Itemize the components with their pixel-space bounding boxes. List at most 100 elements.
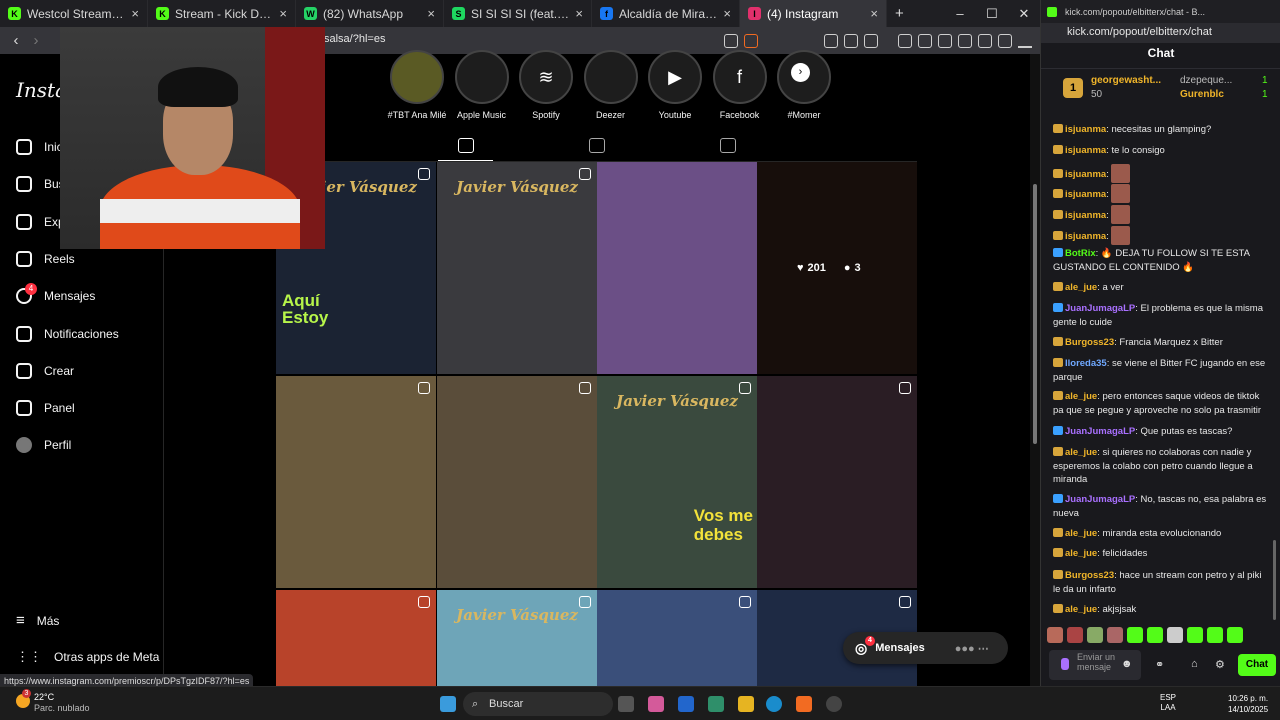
store-icon[interactable]: ⌂ [1191, 658, 1198, 670]
chat-scrollbar[interactable] [1273, 540, 1276, 620]
tab-close-icon[interactable]: × [723, 6, 731, 21]
shield-icon[interactable] [744, 33, 758, 48]
copilot-icon[interactable] [648, 696, 664, 712]
post-thumbnail[interactable]: Javier Vásquez Vos me debes [597, 376, 757, 588]
translate-icon[interactable] [824, 33, 838, 48]
chat-username[interactable]: isjuanma [1065, 145, 1106, 156]
emote-icon[interactable] [1047, 627, 1063, 643]
nav-item-3[interactable]: Exp [16, 214, 65, 230]
chat-username[interactable]: isjuanma [1065, 124, 1106, 135]
browser-tab[interactable]: W (82) WhatsApp × [296, 0, 444, 27]
browser-tab[interactable]: K Westcol Stream - Watch Live on Kick × [0, 0, 148, 27]
emote-icon[interactable] [1107, 627, 1123, 643]
emoji-icon[interactable]: ☻ [1121, 658, 1133, 670]
chat-username[interactable]: ale_jue [1065, 447, 1097, 458]
post-thumbnail[interactable] [437, 376, 597, 588]
emote-icon[interactable] [1227, 627, 1243, 643]
highlight-item[interactable]: f Facebook [709, 50, 771, 120]
browser-tab[interactable]: K Stream - Kick Dashboard × [148, 0, 296, 27]
chat-send-button[interactable]: Chat [1238, 654, 1276, 676]
nav-meta-apps[interactable]: ⋮⋮ Otras apps de Meta [16, 649, 159, 665]
edge-icon[interactable] [766, 696, 782, 712]
scrollbar-thumb[interactable] [1033, 184, 1037, 444]
settings-icon[interactable]: ⚙ [1215, 658, 1225, 671]
reels-tab-icon[interactable] [589, 138, 605, 153]
users-icon[interactable]: ⚭ [1155, 658, 1164, 671]
highlight-item[interactable]: Apple Music [451, 50, 513, 120]
forward-icon[interactable]: › [26, 32, 46, 49]
system-tray-language[interactable]: ESP LAA [1160, 693, 1176, 713]
highlights-next-button[interactable]: › [791, 63, 810, 82]
taskbar-search[interactable]: ⌕ Buscar [463, 692, 613, 716]
address-bar-url[interactable]: salsa/?hl=es [324, 33, 385, 45]
chat-username[interactable]: JuanJumagaLP [1065, 303, 1135, 314]
tab-close-icon[interactable]: × [870, 6, 878, 21]
tab-close-icon[interactable]: × [575, 6, 583, 21]
messages-floating-button[interactable]: ◎ 4 Mensajes ●●● ⋯ [843, 632, 1008, 664]
emote-icon[interactable] [1067, 627, 1083, 643]
highlight-item[interactable]: Deezer [580, 50, 642, 120]
tagged-tab-icon[interactable] [720, 138, 736, 153]
posts-grid-tab-icon[interactable] [458, 138, 474, 153]
highlight-item[interactable]: #TBT Ana Milé [386, 50, 448, 120]
windows-start-icon[interactable] [440, 696, 456, 712]
brave-icon[interactable] [796, 696, 812, 712]
highlight-item[interactable]: #Momer [773, 50, 835, 120]
nav-item-9[interactable]: Perfil [16, 437, 71, 453]
nav-item-1[interactable]: Inic [16, 139, 63, 155]
gifter-3-name[interactable]: Gurenblc [1180, 89, 1224, 100]
emote-icon[interactable] [1127, 627, 1143, 643]
gifter-2-name[interactable]: dzepeque... [1180, 75, 1232, 86]
chat-username[interactable]: Burgoss23 [1065, 337, 1114, 348]
highlight-item[interactable]: ▶ Youtube [644, 50, 706, 120]
mic-icon[interactable] [1061, 658, 1069, 670]
clock[interactable]: 10:26 p. m. 14/10/2025 [1228, 693, 1268, 715]
minimize-button[interactable]: – [944, 6, 976, 21]
puzzle-icon[interactable] [864, 33, 878, 48]
new-tab-button[interactable]: + [895, 5, 904, 22]
tab-close-icon[interactable]: × [279, 6, 287, 21]
task-view-icon[interactable] [618, 696, 634, 712]
post-thumbnail[interactable]: Javier Vásquez [437, 590, 597, 686]
emote-icon[interactable] [1207, 627, 1223, 643]
highlight-item[interactable]: ≋ Spotify [515, 50, 577, 120]
post-thumbnail[interactable]: Javier Vásquez [437, 162, 597, 374]
chat-username[interactable]: isjuanma [1065, 231, 1106, 242]
store-app-icon[interactable] [678, 696, 694, 712]
tab-close-icon[interactable]: × [131, 6, 139, 21]
app-icon[interactable] [708, 696, 724, 712]
emote-icon[interactable] [1087, 627, 1103, 643]
ai-icon[interactable] [978, 33, 992, 48]
download-icon[interactable] [898, 33, 912, 48]
chat-username[interactable]: isjuanma [1065, 210, 1106, 221]
emote-icon[interactable] [1147, 627, 1163, 643]
chat-username[interactable]: BotRix [1065, 248, 1096, 259]
sidebar-icon[interactable] [938, 33, 952, 48]
post-thumbnail[interactable] [597, 590, 757, 686]
browser-tab[interactable]: I (4) Instagram × [740, 0, 887, 27]
chat-username[interactable]: ale_jue [1065, 391, 1097, 402]
tab-close-icon[interactable]: × [427, 6, 435, 21]
music-icon[interactable] [918, 33, 932, 48]
kick-url[interactable]: kick.com/popout/elbitterx/chat [1041, 23, 1280, 43]
nav-item-8[interactable]: Panel [16, 400, 75, 416]
nav-item-6[interactable]: Notificaciones [16, 326, 119, 342]
nav-item-4[interactable]: Reels [16, 251, 75, 267]
wallet-icon[interactable] [958, 33, 972, 48]
chat-username[interactable]: JuanJumagaLP [1065, 494, 1135, 505]
browser-tab[interactable]: S SI SI SI SI (feat. The Academy × [444, 0, 592, 27]
chat-username[interactable]: isjuanma [1065, 169, 1106, 180]
menu-icon[interactable] [1018, 34, 1032, 48]
chat-username[interactable]: ale_jue [1065, 604, 1097, 615]
post-thumbnail[interactable] [757, 376, 917, 588]
chat-username[interactable]: Burgoss23 [1065, 570, 1114, 581]
nav-more[interactable]: ≡ Más [16, 612, 59, 629]
extension-icon[interactable] [844, 33, 858, 48]
chat-username[interactable]: isjuanma [1065, 189, 1106, 200]
maximize-button[interactable]: ☐ [976, 6, 1008, 22]
post-thumbnail[interactable] [597, 162, 757, 374]
weather-widget[interactable]: 3 22°C Parc. nublado [16, 689, 90, 714]
nav-item-2[interactable]: Bus [16, 176, 65, 192]
chat-username[interactable]: lloreda35 [1065, 358, 1107, 369]
post-thumbnail[interactable] [276, 376, 436, 588]
